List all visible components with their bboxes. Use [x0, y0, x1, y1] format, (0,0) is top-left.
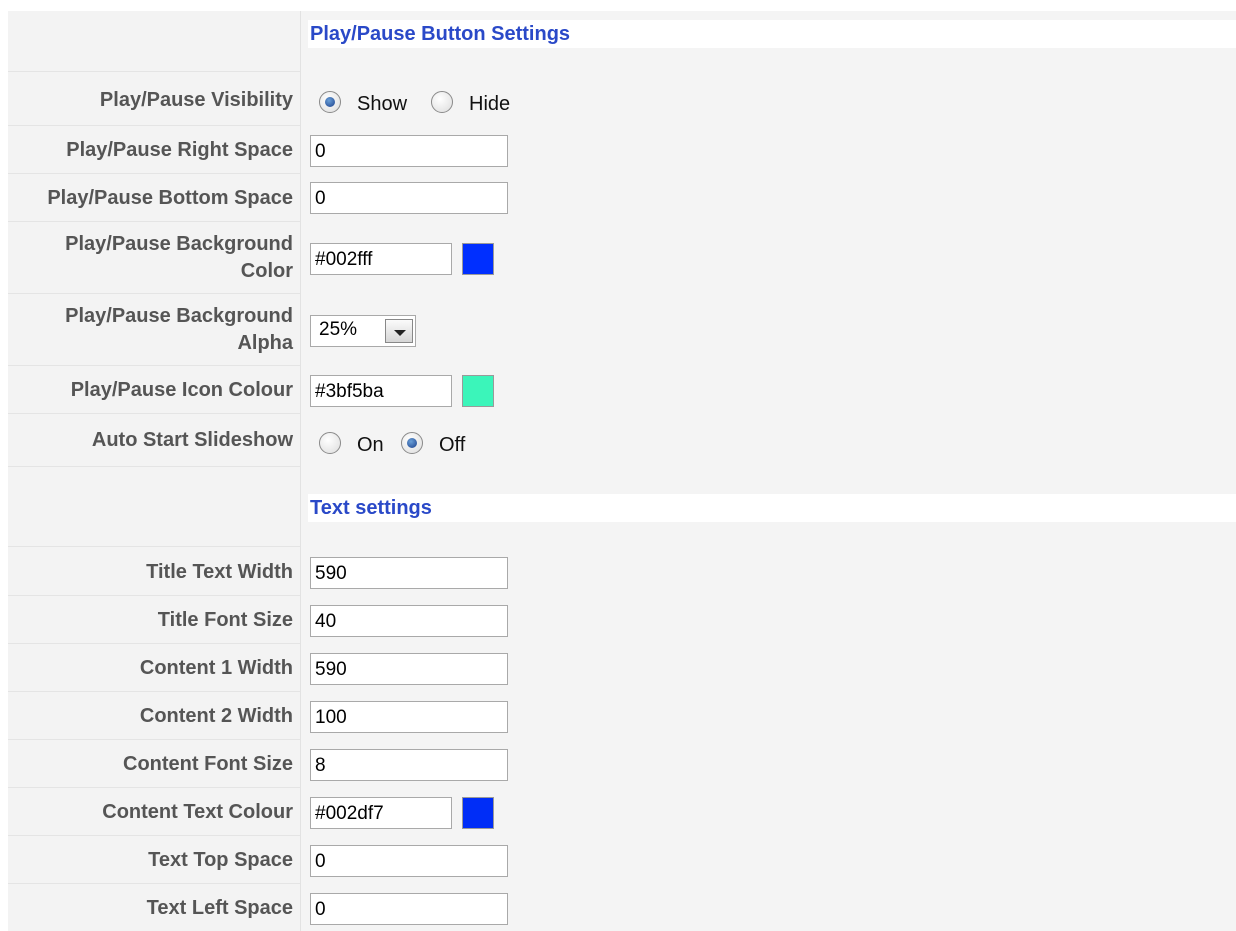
section-title-playpause: Play/Pause Button Settings — [308, 20, 1236, 48]
playpause-icon-colour-input[interactable] — [310, 375, 452, 407]
row-divider — [8, 221, 300, 222]
playpause-bg-alpha-label: Play/Pause Background Alpha — [8, 303, 293, 357]
content-font-size-input[interactable] — [310, 749, 508, 781]
section-title-text: Text settings — [308, 494, 1236, 522]
title-font-size-input[interactable] — [310, 605, 508, 637]
row-divider — [8, 595, 300, 596]
content1-width-input[interactable] — [310, 653, 508, 685]
content1-width-label: Content 1 Width — [139, 657, 293, 679]
radio-off[interactable] — [401, 432, 423, 454]
row-divider — [8, 691, 300, 692]
content-text-colour-label: Content Text Colour — [102, 801, 293, 823]
row-divider — [8, 883, 300, 884]
settings-form: Play/Pause Button Settings Play/Pause Vi… — [8, 11, 1236, 931]
row-divider — [8, 365, 300, 366]
text-top-space-input[interactable] — [310, 845, 508, 877]
row-divider — [8, 835, 300, 836]
row-divider — [8, 787, 300, 788]
row-divider — [8, 173, 300, 174]
playpause-bg-alpha-select[interactable]: 25% — [310, 315, 416, 347]
playpause-icon-colour-label: Play/Pause Icon Colour — [70, 379, 293, 401]
content2-width-input[interactable] — [310, 701, 508, 733]
color-swatch[interactable] — [462, 375, 494, 407]
content2-width-label: Content 2 Width — [139, 705, 293, 727]
title-text-width-input[interactable] — [310, 557, 508, 589]
playpause-visibility-label: Play/Pause Visibility — [99, 89, 293, 111]
radio-show[interactable] — [319, 91, 341, 113]
playpause-bottom-space-input[interactable] — [310, 182, 508, 214]
radio-on-label: On — [357, 434, 384, 456]
row-divider — [8, 466, 300, 467]
content-text-colour-input[interactable] — [310, 797, 452, 829]
playpause-bg-color-input[interactable] — [310, 243, 452, 275]
radio-on[interactable] — [319, 432, 341, 454]
playpause-bg-color-label: Play/Pause Background Color — [8, 231, 293, 285]
row-divider — [8, 293, 300, 294]
auto-start-label: Auto Start Slideshow — [91, 429, 293, 451]
row-divider — [8, 546, 300, 547]
text-left-space-label: Text Left Space — [146, 897, 293, 919]
title-text-width-label: Title Text Width — [146, 561, 293, 583]
text-left-space-input[interactable] — [310, 893, 508, 925]
radio-off-label: Off — [439, 434, 466, 456]
color-swatch[interactable] — [462, 243, 494, 275]
select-value: 25% — [319, 319, 358, 340]
row-divider — [8, 643, 300, 644]
radio-hide[interactable] — [431, 91, 453, 113]
row-divider — [8, 71, 300, 72]
playpause-bottom-space-label: Play/Pause Bottom Space — [47, 187, 293, 209]
row-divider — [8, 413, 300, 414]
dropdown-arrow-icon[interactable] — [385, 319, 413, 343]
label-line: Color — [240, 260, 293, 282]
radio-hide-label: Hide — [469, 93, 511, 115]
content-font-size-label: Content Font Size — [123, 753, 293, 775]
label-line: Play/Pause Background — [65, 233, 293, 255]
radio-show-label: Show — [357, 93, 408, 115]
text-top-space-label: Text Top Space — [148, 849, 293, 871]
row-divider — [8, 125, 300, 126]
label-line: Play/Pause Background — [65, 305, 293, 327]
playpause-right-space-input[interactable] — [310, 135, 508, 167]
row-divider — [8, 739, 300, 740]
color-swatch[interactable] — [462, 797, 494, 829]
title-font-size-label: Title Font Size — [157, 609, 293, 631]
playpause-right-space-label: Play/Pause Right Space — [66, 139, 293, 161]
label-line: Alpha — [237, 332, 293, 354]
